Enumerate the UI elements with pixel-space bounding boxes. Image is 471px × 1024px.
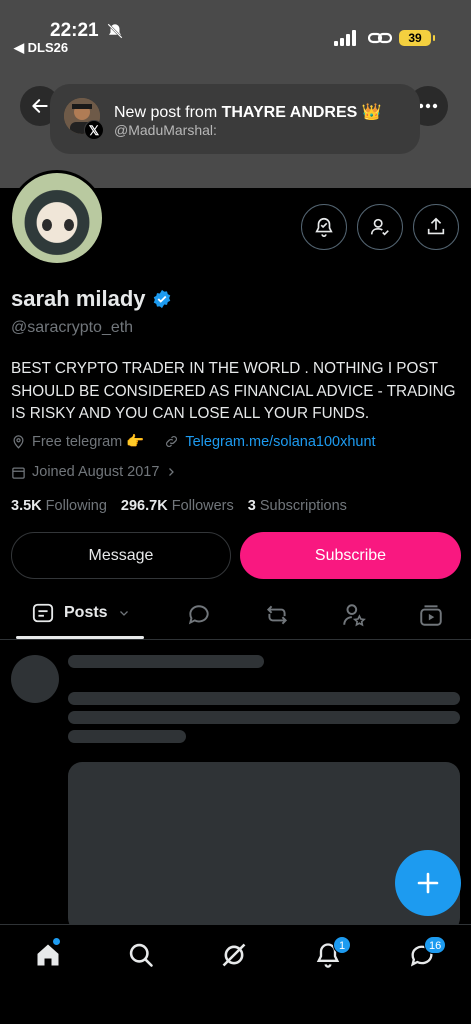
notification-title: New post from THAYRE ANDRES 👑	[114, 104, 382, 121]
notification-handle: @MaduMarshal:	[114, 122, 217, 138]
status-bar: 22:21 ◀ DLS26 39	[0, 0, 471, 60]
tab-media-icon[interactable]	[418, 602, 444, 628]
calendar-icon	[12, 467, 25, 479]
subscriptions-stat[interactable]: 3 Subscriptions	[248, 498, 347, 514]
verified-badge-icon	[153, 289, 170, 309]
tab-posts[interactable]: Posts	[32, 602, 130, 624]
battery-indicator: 39	[399, 30, 435, 46]
profile-avatar[interactable]	[9, 170, 105, 266]
notifications-toggle-button[interactable]	[301, 204, 347, 250]
share-button[interactable]	[413, 204, 459, 250]
home-new-indicator	[53, 938, 60, 945]
cellular-signal-icon	[334, 30, 356, 46]
skeleton-media	[68, 762, 460, 932]
skeleton-avatar	[11, 655, 59, 703]
profile-bio: BEST CRYPTO TRADER IN THE WORLD . NOTHIN…	[11, 360, 456, 422]
back-to-app-link[interactable]: ◀ DLS26	[14, 40, 68, 56]
active-tab-indicator	[16, 636, 144, 639]
tab-replies-icon[interactable]	[186, 602, 212, 628]
subscribe-button[interactable]: Subscribe	[240, 532, 461, 579]
chevron-down-icon	[119, 611, 128, 616]
chevron-right-icon[interactable]	[165, 466, 177, 478]
home-icon[interactable]	[34, 941, 62, 969]
messages-badge: 16	[424, 936, 447, 954]
compose-post-button[interactable]	[395, 850, 461, 916]
grok-icon[interactable]	[220, 941, 248, 969]
status-time: 22:21	[50, 20, 99, 41]
notifications-badge: 1	[333, 936, 351, 954]
joined-date: Joined August 2017	[32, 464, 160, 480]
back-arrow-icon	[32, 99, 48, 113]
bottom-navigation: 1 16	[0, 924, 471, 1024]
skeleton-line	[68, 711, 460, 724]
tab-posts-label: Posts	[64, 604, 108, 621]
share-icon	[427, 217, 445, 235]
profile-tabs: Posts	[0, 592, 471, 640]
plus-icon	[417, 872, 439, 894]
tab-reposts-icon[interactable]	[263, 602, 291, 628]
profile-website-link[interactable]: Telegram.me/solana100xhunt	[185, 434, 375, 450]
bell-check-icon	[315, 217, 333, 237]
silent-mode-icon	[107, 23, 123, 39]
skeleton-line	[68, 730, 186, 743]
location-pin-icon	[13, 435, 24, 449]
profile-meta-row: Free telegram 👉 Telegram.me/solana100xhu…	[11, 433, 376, 450]
more-dots-icon	[418, 103, 438, 109]
profile-stats: 3.5K Following 296.7K Followers 3 Subscrip…	[11, 498, 347, 514]
skeleton-line	[68, 655, 264, 668]
joined-row: Joined August 2017	[11, 464, 177, 480]
profile-handle: @saracrypto_eth	[11, 319, 134, 336]
profile-location: Free telegram 👉	[32, 434, 145, 450]
x-logo-icon: 𝕏	[84, 120, 104, 140]
following-status-button[interactable]	[357, 204, 403, 250]
person-check-icon	[370, 218, 389, 236]
posts-icon	[32, 603, 54, 623]
message-button[interactable]: Message	[11, 532, 231, 579]
tab-highlights-icon[interactable]	[341, 602, 367, 628]
followers-stat[interactable]: 296.7K Followers	[121, 498, 234, 514]
push-notification[interactable]: 𝕏 New post from THAYRE ANDRES 👑 @MaduMar…	[50, 84, 420, 154]
following-stat[interactable]: 3.5K Following	[11, 498, 107, 514]
link-icon	[166, 436, 178, 447]
personal-hotspot-icon	[368, 32, 392, 44]
search-icon[interactable]	[127, 941, 155, 969]
skeleton-line	[68, 692, 460, 705]
profile-name: sarah milady	[11, 286, 172, 312]
